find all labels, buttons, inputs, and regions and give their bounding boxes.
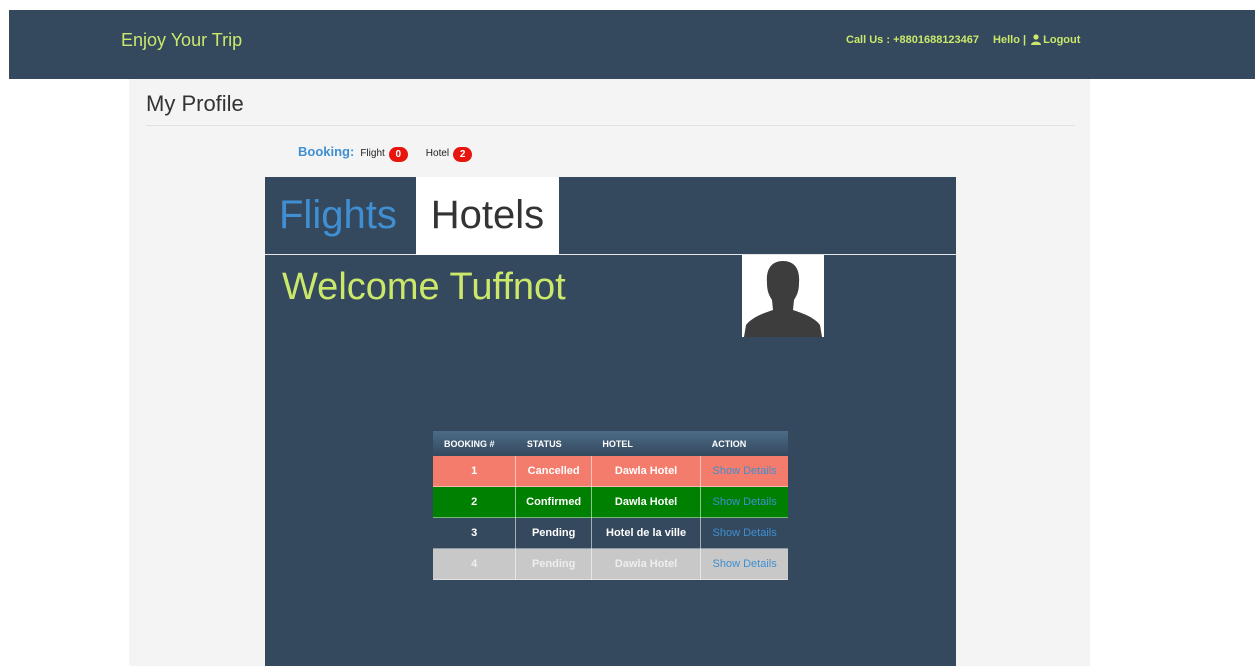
hotel-label: Hotel — [425, 148, 450, 159]
page-title: My Profile — [146, 91, 244, 116]
show-details-link[interactable]: Show Details — [713, 496, 777, 508]
booking-number-cell: 3 — [433, 517, 517, 549]
header-status: STATUS — [515, 431, 592, 456]
flight-count-badge: 0 — [388, 147, 408, 162]
logout-link[interactable]: Logout — [1043, 34, 1080, 46]
booking-number-cell: 1 — [433, 456, 517, 487]
booking-number-cell: 2 — [433, 486, 517, 518]
table-row: 1 Cancelled Dawla Hotel Show Details — [433, 456, 788, 487]
hotel-count-badge: 2 — [453, 147, 473, 162]
action-cell: Show Details — [700, 517, 788, 549]
booking-tabs: Flights Hotels — [265, 177, 956, 255]
show-details-link[interactable]: Show Details — [713, 465, 777, 477]
call-us-text: Call Us : +8801688123467 — [846, 34, 980, 46]
table-row: 4 Pending Dawla Hotel Show Details — [433, 548, 788, 580]
welcome-heading: Welcome Tuffnot — [282, 266, 566, 308]
avatar — [742, 255, 824, 337]
show-details-link[interactable]: Show Details — [713, 527, 777, 539]
header-hotel: HOTEL — [591, 431, 701, 456]
hello-text: Hello | — [993, 34, 1027, 46]
action-cell: Show Details — [700, 548, 788, 580]
status-cell: Pending — [515, 517, 592, 549]
header-booking: BOOKING # — [433, 431, 516, 456]
hotel-cell: Hotel de la ville — [591, 517, 702, 549]
status-cell: Confirmed — [515, 486, 592, 518]
status-cell: Cancelled — [515, 456, 592, 487]
title-divider — [146, 125, 1075, 126]
action-cell: Show Details — [700, 456, 788, 487]
hotel-cell: Dawla Hotel — [591, 486, 702, 518]
tab-hotels[interactable]: Hotels — [416, 177, 559, 255]
tab-flights[interactable]: Flights — [279, 177, 397, 254]
show-details-link[interactable]: Show Details — [713, 558, 777, 570]
hotel-cell: Dawla Hotel — [591, 548, 702, 580]
header-action: ACTION — [700, 431, 788, 456]
user-icon — [1031, 34, 1042, 49]
profile-silhouette-icon — [742, 255, 824, 337]
navbar-right: Call Us : +8801688123467 Hello | Logout — [846, 33, 1080, 49]
booking-number-cell: 4 — [433, 548, 517, 580]
status-cell: Pending — [515, 548, 592, 580]
booking-label: Booking: — [298, 144, 355, 159]
hotel-cell: Dawla Hotel — [591, 456, 702, 487]
table-row: 3 Pending Hotel de la ville Show Details — [433, 517, 788, 549]
table-header-row: BOOKING # STATUS HOTEL ACTION — [433, 431, 788, 456]
brand-link[interactable]: Enjoy Your Trip — [121, 29, 242, 51]
table-row: 2 Confirmed Dawla Hotel Show Details — [433, 486, 788, 518]
action-cell: Show Details — [700, 486, 788, 518]
bookings-table: BOOKING # STATUS HOTEL ACTION 1 Cancelle… — [433, 431, 788, 580]
profile-panel: Flights Hotels Welcome Tuffnot BOOKING #… — [265, 177, 956, 666]
booking-summary: Booking: Flight 0 Hotel 2 — [298, 143, 473, 163]
flight-label: Flight — [360, 148, 385, 159]
